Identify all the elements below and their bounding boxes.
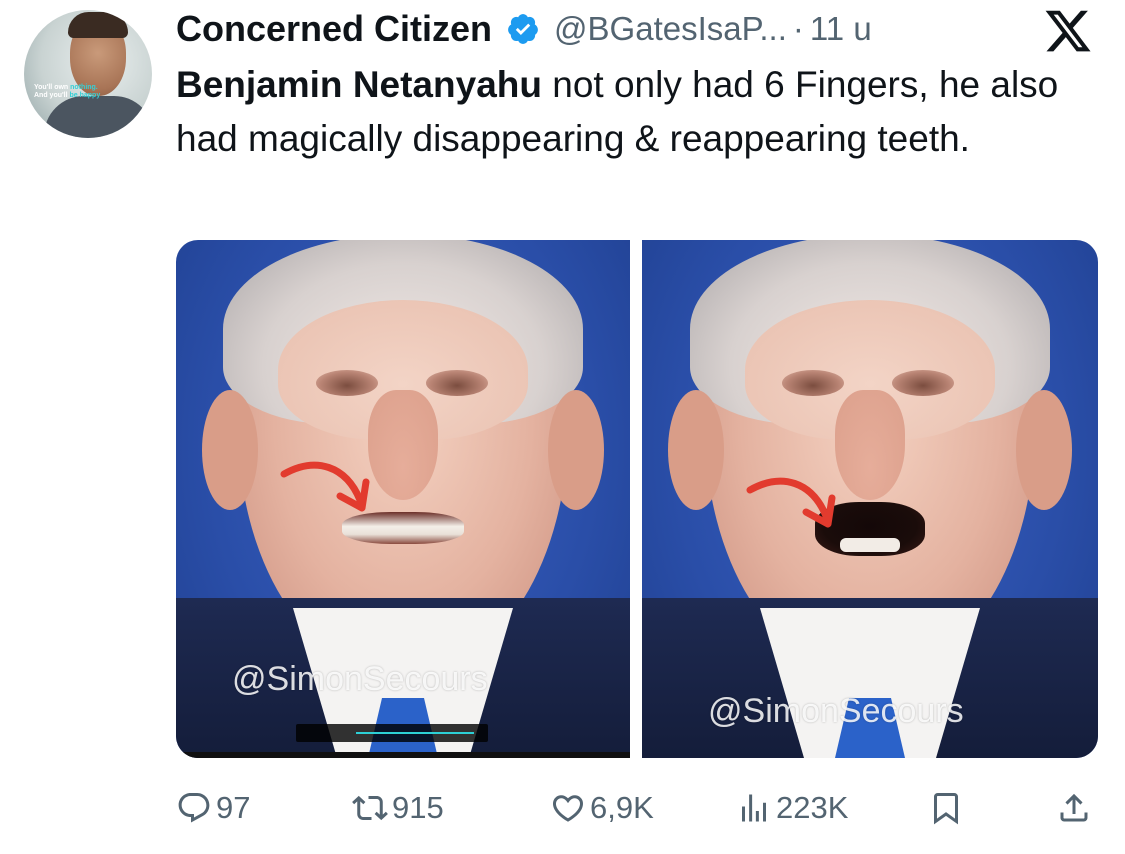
red-arrow-icon [746, 477, 836, 528]
tweet-text-bold: Benjamin Netanyahu [176, 64, 542, 105]
verified-badge-icon [508, 14, 538, 44]
reply-button[interactable]: 97 [176, 780, 250, 836]
like-button[interactable]: 6,9K [550, 780, 654, 836]
author-name[interactable]: Concerned Citizen [176, 8, 492, 50]
ear [1016, 390, 1072, 510]
views-count: 223K [776, 790, 849, 825]
media-image-right[interactable]: @SimonSecours [642, 240, 1098, 758]
reply-icon [178, 793, 210, 823]
author-handle[interactable]: @BGatesIsaP... [554, 10, 787, 48]
ear [202, 390, 258, 510]
eye [316, 370, 378, 396]
ear [548, 390, 604, 510]
tweet-time[interactable]: 11 u [810, 10, 872, 48]
avatar-caption: You'll own nothing. And you'll be happy [34, 84, 101, 99]
watermark: @SimonSecours [232, 660, 488, 698]
eye [782, 370, 844, 396]
nose [368, 390, 438, 500]
retweet-count: 915 [392, 790, 444, 825]
video-bottom-bar [176, 752, 630, 758]
teeth [840, 538, 900, 552]
reply-count: 97 [216, 790, 251, 825]
media-image-left[interactable]: @SimonSecours [176, 240, 630, 758]
bookmark-button[interactable] [928, 780, 968, 836]
tweet-action-bar: 97 915 6,9K 223K [176, 780, 1098, 836]
video-progress-bar[interactable] [296, 724, 488, 742]
like-count: 6,9K [590, 790, 654, 825]
ear [668, 390, 724, 510]
tweet-text: Benjamin Netanyahu not only had 6 Finger… [176, 58, 1076, 166]
retweet-icon [352, 795, 388, 821]
heart-icon [552, 795, 584, 822]
eye [426, 370, 488, 396]
nose [835, 390, 905, 500]
tweet-media[interactable]: @SimonSecours @SimonSecours [176, 240, 1098, 758]
views-icon [742, 794, 766, 822]
video-progress-track [356, 732, 474, 734]
tweet-header: Concerned Citizen @BGatesIsaP... · 11 u [176, 4, 1125, 54]
watermark: @SimonSecours [708, 692, 964, 730]
avatar[interactable]: You'll own nothing. And you'll be happy [24, 10, 152, 138]
eye [892, 370, 954, 396]
avatar-shirt [44, 96, 152, 138]
views-button[interactable]: 223K [736, 780, 848, 836]
x-logo-icon [1045, 10, 1091, 52]
bookmark-icon [934, 793, 958, 825]
share-button[interactable] [1056, 780, 1096, 836]
share-icon [1060, 793, 1088, 822]
separator-dot: · [792, 10, 804, 47]
avatar-hair [68, 12, 128, 38]
retweet-button[interactable]: 915 [352, 780, 444, 836]
red-arrow-icon [280, 461, 370, 512]
